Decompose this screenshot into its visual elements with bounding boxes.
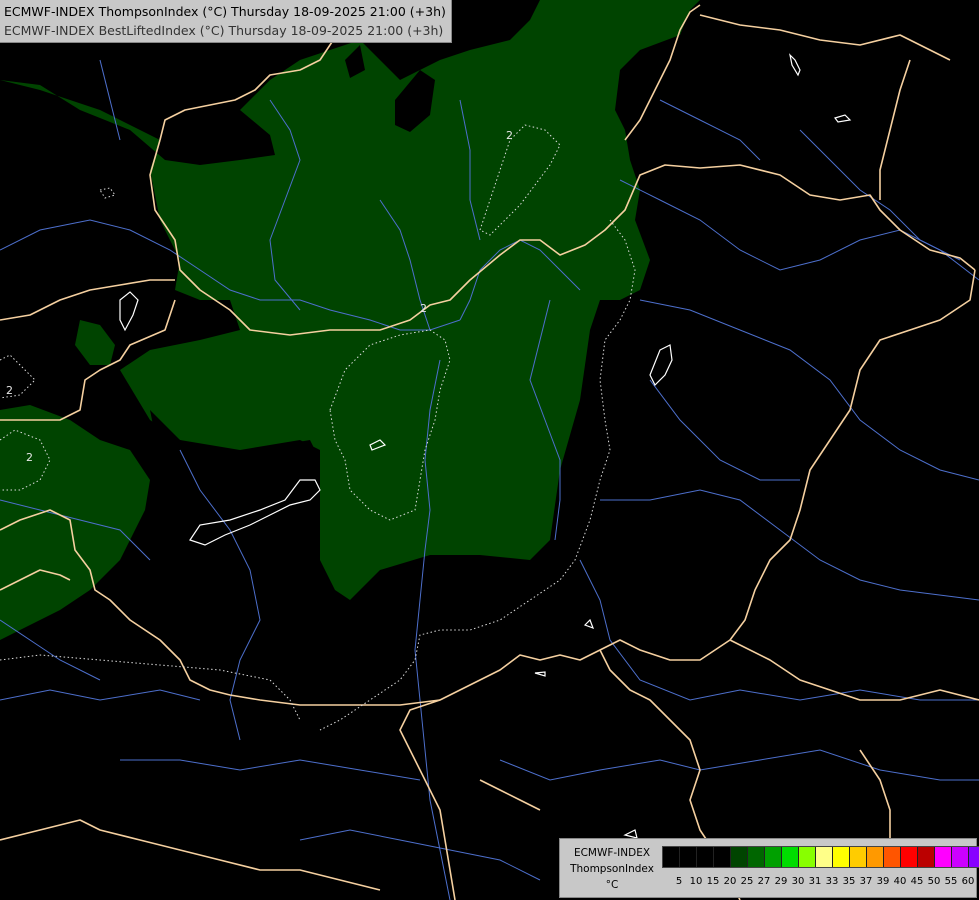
legend-tick-label: 35 xyxy=(842,876,856,887)
legend-parameter: ThompsonIndex xyxy=(570,863,654,875)
legend-tick-label: 25 xyxy=(740,876,754,887)
legend-tick-label: 20 xyxy=(723,876,737,887)
legend-swatch xyxy=(663,847,680,867)
legend-swatch xyxy=(799,847,816,867)
map-title: ECMWF-INDEX ThompsonIndex (°C) Thursday … xyxy=(0,0,452,43)
legend-tick-label: 33 xyxy=(825,876,839,887)
legend-swatch xyxy=(782,847,799,867)
legend-swatch xyxy=(816,847,833,867)
legend-swatch xyxy=(969,847,979,867)
legend-swatch xyxy=(714,847,731,867)
legend-swatch xyxy=(731,847,748,867)
color-legend: ECMWF-INDEX ThompsonIndex °C 5 10 15 20 25 27… xyxy=(559,838,979,898)
legend-swatch xyxy=(833,847,850,867)
legend-color-bar xyxy=(662,846,979,868)
title-thompson-index: ECMWF-INDEX ThompsonIndex (°C) Thursday … xyxy=(4,4,446,19)
contour-label: 2 xyxy=(506,129,513,142)
legend-swatch xyxy=(952,847,969,867)
legend-tick-label: 39 xyxy=(876,876,890,887)
weather-map: 2 2 2 2 xyxy=(0,0,979,900)
legend-tick-label: 30 xyxy=(791,876,805,887)
legend-swatch xyxy=(935,847,952,867)
legend-tick-labels: 5 10 15 20 25 27 29 30 31 33 35 37 39 40 45 50 55 60 xyxy=(662,876,979,890)
legend-tick-label: 45 xyxy=(910,876,924,887)
legend-tick-label: 55 xyxy=(944,876,958,887)
legend-tick-label: 37 xyxy=(859,876,873,887)
legend-tick-label: 27 xyxy=(757,876,771,887)
legend-tick-label: 50 xyxy=(927,876,941,887)
legend-tick-label: 15 xyxy=(706,876,720,887)
legend-swatch xyxy=(850,847,867,867)
legend-model: ECMWF-INDEX xyxy=(573,847,651,859)
contour-label: 2 xyxy=(6,384,13,397)
legend-tick-label: 60 xyxy=(961,876,975,887)
legend-swatch xyxy=(697,847,714,867)
legend-tick-label: 31 xyxy=(808,876,822,887)
legend-swatch xyxy=(765,847,782,867)
legend-unit: °C xyxy=(605,879,619,891)
title-best-lifted-index: ECMWF-INDEX BestLiftedIndex (°C) Thursda… xyxy=(4,23,444,38)
legend-swatch xyxy=(680,847,697,867)
legend-swatch xyxy=(867,847,884,867)
legend-swatch xyxy=(918,847,935,867)
contour-label: 2 xyxy=(420,302,427,315)
legend-tick-label: 40 xyxy=(893,876,907,887)
legend-swatch xyxy=(748,847,765,867)
legend-swatch xyxy=(884,847,901,867)
legend-tick-label: 29 xyxy=(774,876,788,887)
contour-label: 2 xyxy=(26,451,33,464)
legend-tick-label: 10 xyxy=(689,876,703,887)
legend-tick-label: 5 xyxy=(675,876,683,887)
legend-swatch xyxy=(901,847,918,867)
